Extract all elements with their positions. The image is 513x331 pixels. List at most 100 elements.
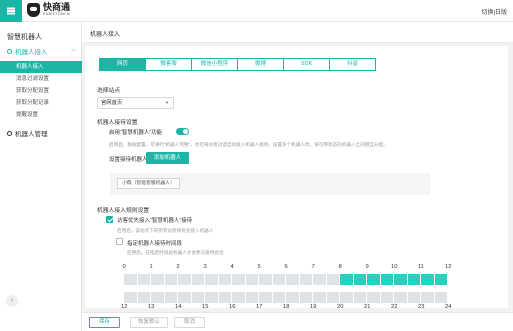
time-slot-cell[interactable] xyxy=(137,274,151,285)
tab-wechat-service[interactable]: 微客服 xyxy=(145,58,192,71)
time-slot-cell[interactable] xyxy=(151,292,165,303)
time-slot-cell[interactable] xyxy=(259,292,273,303)
time-slot-cell[interactable] xyxy=(232,274,246,285)
time-slot-cell[interactable] xyxy=(340,274,354,285)
restore-default-button[interactable]: 恢复默认 xyxy=(130,317,168,328)
time-slot-cell[interactable] xyxy=(205,292,219,303)
sidebar-group-robot-access[interactable]: 机器人接入 ︿ xyxy=(7,46,76,56)
hour-label: 12 xyxy=(445,264,452,270)
robot-tag[interactable]: 小薇（智能客服机器人） xyxy=(117,178,180,189)
tab-douyin[interactable]: 抖音 xyxy=(329,58,376,71)
time-slot-cell[interactable] xyxy=(394,274,408,285)
priority-label: 访客优先接入“智慧机器人”接待 xyxy=(117,218,193,224)
time-grid-row1 xyxy=(124,274,448,285)
sidebar-group-robot-manage[interactable]: 机器人管理 xyxy=(7,128,48,138)
time-slot-cell[interactable] xyxy=(421,274,435,285)
time-slot-cell[interactable] xyxy=(394,292,408,303)
time-slot-cell[interactable] xyxy=(191,292,205,303)
hour-label: 22 xyxy=(391,304,398,308)
time-slot-cell[interactable] xyxy=(259,274,273,285)
add-robot-button[interactable]: 添加机器人 xyxy=(146,152,189,164)
time-slot-cell[interactable] xyxy=(124,274,138,285)
time-slot-cell[interactable] xyxy=(367,274,381,285)
language-switch[interactable]: 切换|日版 xyxy=(481,7,507,16)
time-slot-cell[interactable] xyxy=(178,274,192,285)
time-slot-cell[interactable] xyxy=(313,274,327,285)
sidebar-item-fetch-settings[interactable]: 获取分配设置 xyxy=(0,85,82,97)
enable-robot-toggle[interactable] xyxy=(176,128,189,135)
hour-label: 15 xyxy=(202,304,209,308)
chevron-up-icon: ︿ xyxy=(71,47,77,53)
time-slot-cell[interactable] xyxy=(151,274,165,285)
time-slot-cell[interactable] xyxy=(407,274,421,285)
channel-tabs: 网页 微客服 微信小程序 微博 SDK 抖音 xyxy=(99,58,376,71)
tab-sdk[interactable]: SDK xyxy=(283,58,330,71)
time-slot-cell[interactable] xyxy=(245,292,259,303)
time-slot-cell[interactable] xyxy=(272,292,286,303)
time-slot-cell[interactable] xyxy=(434,274,448,285)
sidebar-item-reminders[interactable]: 提醒设置 xyxy=(0,109,82,121)
time-slot-cell[interactable] xyxy=(326,274,340,285)
time-slot-cell[interactable] xyxy=(191,274,205,285)
time-slot-cell[interactable] xyxy=(299,292,313,303)
collapse-sidebar-icon[interactable]: ‹ xyxy=(6,295,18,307)
hour-label: 6 xyxy=(284,264,288,270)
hour-label: 11 xyxy=(418,264,425,270)
priority-checkbox[interactable] xyxy=(106,216,113,223)
time-slot-cell[interactable] xyxy=(353,274,367,285)
time-slot-cell[interactable] xyxy=(205,274,219,285)
time-slot-cell[interactable] xyxy=(232,292,246,303)
tab-web[interactable]: 网页 xyxy=(99,58,146,71)
time-slot-cell[interactable] xyxy=(421,292,435,303)
time-slot-cell[interactable] xyxy=(313,292,327,303)
period-checkbox[interactable] xyxy=(116,238,123,245)
hour-label: 20 xyxy=(337,304,344,308)
time-slot-cell[interactable] xyxy=(326,292,340,303)
time-slot-cell[interactable] xyxy=(164,292,178,303)
cancel-button[interactable]: 取消 xyxy=(174,317,205,328)
logo-name: 快商通 xyxy=(43,2,71,13)
time-slot-cell[interactable] xyxy=(218,274,232,285)
hour-label: 0 xyxy=(122,264,126,270)
enable-robot-label: 启用“智慧机器人”功能 xyxy=(109,130,163,136)
time-slot-cell[interactable] xyxy=(218,292,232,303)
set-robot-label: 设置接待机器人 xyxy=(109,157,148,163)
hour-label: 24 xyxy=(445,304,452,308)
site-select[interactable]: 官网首页 ▼ xyxy=(97,97,174,109)
sidebar-item-robot-access[interactable]: 机器人接入 xyxy=(0,61,82,73)
hour-label: 10 xyxy=(391,264,398,270)
site-select-value: 官网首页 xyxy=(101,100,123,106)
hour-label: 8 xyxy=(338,264,342,270)
sidebar-title: 智慧机器人 xyxy=(7,34,42,41)
time-slot-cell[interactable] xyxy=(124,292,138,303)
time-slot-cell[interactable] xyxy=(434,292,448,303)
hour-label: 19 xyxy=(310,304,317,308)
time-slot-cell[interactable] xyxy=(380,274,394,285)
sidebar-item-message-filter[interactable]: 消息过滤设置 xyxy=(0,73,82,85)
time-slot-cell[interactable] xyxy=(353,292,367,303)
tab-weibo[interactable]: 微博 xyxy=(237,58,284,71)
hour-label: 2 xyxy=(176,264,180,270)
sidebar-item-fetch-records[interactable]: 获取分配记录 xyxy=(0,97,82,109)
time-slot-cell[interactable] xyxy=(286,292,300,303)
time-slot-cell[interactable] xyxy=(340,292,354,303)
save-button[interactable]: 保存 xyxy=(89,317,120,328)
time-slot-cell[interactable] xyxy=(137,292,151,303)
time-slot-cell[interactable] xyxy=(178,292,192,303)
time-slot-cell[interactable] xyxy=(286,274,300,285)
time-slot-cell[interactable] xyxy=(272,274,286,285)
time-slot-cell[interactable] xyxy=(407,292,421,303)
time-slot-cell[interactable] xyxy=(245,274,259,285)
hour-label: 7 xyxy=(311,264,315,270)
time-slot-cell[interactable] xyxy=(380,292,394,303)
enable-robot-hint: 启用后，根据配置，可进行“机器人完整”，也可将访客对话自动接入机器人接待。设置多… xyxy=(109,142,388,147)
sidebar: 智慧机器人 机器人接入 ︿ 机器人接入 消息过滤设置 获取分配设置 获取分配记录… xyxy=(0,22,82,331)
hour-label: 21 xyxy=(364,304,371,308)
access-settings-title: 机器人接待设置 xyxy=(97,120,138,126)
period-hint: 启用后，在指定时间段机器人才会参与接待会话 xyxy=(127,250,224,255)
time-slot-cell[interactable] xyxy=(164,274,178,285)
tab-wechat-miniprogram[interactable]: 微信小程序 xyxy=(191,58,238,71)
time-slot-cell[interactable] xyxy=(367,292,381,303)
menu-icon[interactable] xyxy=(0,0,22,22)
time-slot-cell[interactable] xyxy=(299,274,313,285)
